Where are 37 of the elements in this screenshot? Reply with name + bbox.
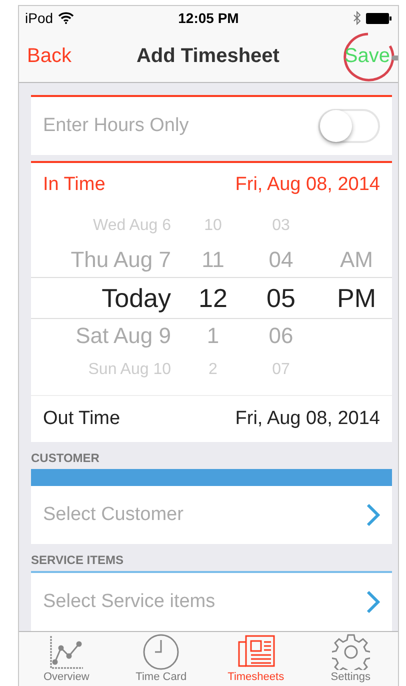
tab-bar-item[interactable]: Settings	[303, 632, 398, 686]
section-header: SERVICE ITEMS	[31, 552, 124, 569]
picker-hour[interactable]: 11	[171, 247, 241, 273]
newspaper-icon	[236, 634, 275, 670]
chevron-icon	[366, 503, 380, 527]
select-field[interactable]: Select Service items	[43, 591, 216, 613]
back-button[interactable]: Back	[27, 44, 72, 68]
bluetooth-icon	[352, 11, 361, 25]
picker-date[interactable]: Thu Aug 7	[31, 247, 171, 273]
in-time-label[interactable]: In Time	[43, 174, 106, 196]
select-field[interactable]: Select Customer	[43, 504, 184, 526]
picker-period[interactable]: PM	[321, 282, 392, 314]
carrier-label: iPod	[25, 10, 54, 26]
picker-minute[interactable]: 06	[241, 323, 321, 349]
tab-bar-item[interactable]: Time Card	[114, 632, 208, 686]
picker-minute[interactable]: 04	[241, 247, 321, 273]
hours-only-label: Enter Hours Only	[43, 115, 189, 137]
in-time-value: Fri, Aug 08, 2014	[235, 174, 380, 196]
picker-minute[interactable]: 05	[241, 282, 321, 314]
picker-hour[interactable]: 1	[171, 323, 241, 349]
tab-bar-item[interactable]: Overview	[19, 632, 114, 686]
picker-date[interactable]: Today	[31, 282, 171, 314]
tab-bar-item[interactable]: Timesheets	[208, 632, 304, 686]
battery-icon	[366, 12, 392, 24]
screen-title: Add Timesheet	[136, 44, 280, 68]
out-time-value: Fri, Aug 08, 2014	[235, 408, 380, 430]
clock-time: 12:05 PM	[178, 10, 239, 26]
section-header: CUSTOMER	[31, 450, 100, 467]
hours-only-switch[interactable]	[318, 109, 380, 143]
chevron-icon	[366, 590, 380, 614]
picker-hour[interactable]: 12	[171, 282, 241, 314]
picker-date[interactable]: Sat Aug 9	[31, 323, 171, 349]
out-time-label[interactable]: Out Time	[43, 408, 120, 430]
picker-period[interactable]: AM	[321, 247, 392, 273]
clock-icon	[142, 634, 180, 670]
settings-icon	[332, 634, 370, 670]
wifi-icon	[58, 12, 74, 24]
